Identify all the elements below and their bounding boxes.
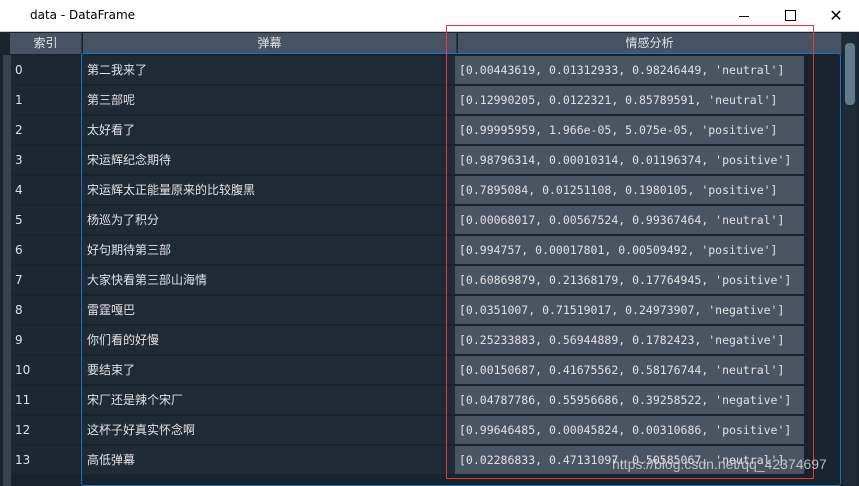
table-row[interactable]: 6 好句期待第三部 [0.994757, 0.00017801, 0.0050949…: [11, 235, 843, 265]
table-row[interactable]: 1 第三部呢 [0.12990205, 0.0122321, 0.85789591,…: [11, 85, 843, 115]
dataframe-grid: 索引 弹幕 情感分析 0 第二我来了 [0.00443619, 0.01312933…: [0, 25, 859, 486]
maximize-icon: [784, 10, 796, 21]
sentiment-cell[interactable]: [0.7895084, 0.01251108, 0.1980105, 'posi…: [455, 176, 804, 204]
table-row[interactable]: 13 高低弹幕 [0.02286833, 0.47131097, 0.5058506…: [11, 445, 843, 475]
index-cell[interactable]: 1: [11, 86, 80, 114]
index-cell[interactable]: 8: [11, 296, 80, 324]
column-header-danmu[interactable]: 弹幕: [83, 33, 457, 54]
table-row[interactable]: 11 宋厂还是辣个宋厂 [0.04787786, 0.55956686, 0.392…: [11, 385, 843, 415]
table-row[interactable]: 4 宋运辉太正能量原来的比较腹黑 [0.7895084, 0.01251108, 0…: [11, 175, 843, 205]
danmu-cell[interactable]: 太好看了: [82, 116, 456, 144]
sentiment-cell[interactable]: [0.99995959, 1.966e-05, 5.075e-05, 'posi…: [455, 116, 804, 144]
danmu-cell[interactable]: 要结束了: [82, 356, 456, 384]
danmu-cell[interactable]: 杨巡为了积分: [82, 206, 456, 234]
minimize-icon: [739, 16, 749, 17]
sentiment-cell[interactable]: [0.98796314, 0.00010314, 0.01196374, 'po…: [455, 146, 804, 174]
sentiment-cell[interactable]: [0.0351007, 0.71519017, 0.24973907, 'neg…: [455, 296, 804, 324]
index-cell[interactable]: 7: [11, 266, 80, 294]
danmu-cell[interactable]: 高低弹幕: [82, 446, 456, 474]
table-row[interactable]: 3 宋运辉纪念期待 [0.98796314, 0.00010314, 0.01196…: [11, 145, 843, 175]
index-cell[interactable]: 12: [11, 416, 80, 444]
index-cell[interactable]: 5: [11, 206, 80, 234]
index-cell[interactable]: 11: [11, 386, 80, 414]
danmu-cell[interactable]: 大家快看第三部山海情: [82, 266, 456, 294]
danmu-cell[interactable]: 宋运辉纪念期待: [82, 146, 456, 174]
table-row[interactable]: 0 第二我来了 [0.00443619, 0.01312933, 0.9824644…: [11, 55, 843, 85]
table-body: 0 第二我来了 [0.00443619, 0.01312933, 0.9824644…: [11, 55, 843, 486]
danmu-cell[interactable]: 宋运辉太正能量原来的比较腹黑: [82, 176, 456, 204]
column-header-index[interactable]: 索引: [10, 33, 82, 54]
index-cell[interactable]: 10: [11, 356, 80, 384]
index-cell[interactable]: 3: [11, 146, 80, 174]
window-titlebar: data - DataFrame ✕: [0, 0, 859, 32]
column-header-sentiment[interactable]: 情感分析: [458, 33, 842, 54]
sentiment-cell[interactable]: [0.12990205, 0.0122321, 0.85789591, 'neu…: [455, 86, 804, 114]
danmu-cell[interactable]: 好句期待第三部: [82, 236, 456, 264]
sentiment-cell[interactable]: [0.60869879, 0.21368179, 0.17764945, 'po…: [455, 266, 804, 294]
vertical-scrollbar[interactable]: [843, 33, 857, 486]
minimize-button[interactable]: [721, 0, 767, 31]
sentiment-cell[interactable]: [0.99646485, 0.00045824, 0.00310686, 'po…: [455, 416, 804, 444]
index-cell[interactable]: 2: [11, 116, 80, 144]
table-row[interactable]: 8 雷霆嘎巴 [0.0351007, 0.71519017, 0.24973907,…: [11, 295, 843, 325]
scrollbar-thumb[interactable]: [845, 43, 855, 105]
danmu-cell[interactable]: 宋厂还是辣个宋厂: [82, 386, 456, 414]
danmu-cell[interactable]: 第三部呢: [82, 86, 456, 114]
danmu-cell[interactable]: 雷霆嘎巴: [82, 296, 456, 324]
sentiment-cell[interactable]: [0.994757, 0.00017801, 0.00509492, 'posi…: [455, 236, 804, 264]
table-row[interactable]: 9 你们看的好慢 [0.25233883, 0.56944889, 0.178242…: [11, 325, 843, 355]
maximize-button[interactable]: [767, 0, 813, 31]
table-row[interactable]: 5 杨巡为了积分 [0.00068017, 0.00567524, 0.993674…: [11, 205, 843, 235]
danmu-cell[interactable]: 第二我来了: [82, 56, 456, 84]
close-icon: ✕: [829, 6, 843, 25]
table-row[interactable]: 10 要结束了 [0.00150687, 0.41675562, 0.5817674…: [11, 355, 843, 385]
sentiment-cell[interactable]: [0.04787786, 0.55956686, 0.39258522, 'ne…: [455, 386, 804, 414]
index-cell[interactable]: 0: [11, 56, 80, 84]
window-title: data - DataFrame: [30, 8, 136, 22]
table-row[interactable]: 12 这杯子好真实怀念啊 [0.99646485, 0.00045824, 0.00…: [11, 415, 843, 445]
index-cell[interactable]: 4: [11, 176, 80, 204]
sentiment-cell[interactable]: [0.00443619, 0.01312933, 0.98246449, 'ne…: [455, 56, 804, 84]
sentiment-cell[interactable]: [0.00150687, 0.41675562, 0.58176744, 'ne…: [455, 356, 804, 384]
index-cell[interactable]: 6: [11, 236, 80, 264]
close-button[interactable]: ✕: [813, 0, 859, 31]
index-cell[interactable]: 9: [11, 326, 80, 354]
sentiment-cell[interactable]: [0.02286833, 0.47131097, 0.50585067, 'ne…: [455, 446, 804, 474]
danmu-cell[interactable]: 你们看的好慢: [82, 326, 456, 354]
index-cell[interactable]: 13: [11, 446, 80, 474]
danmu-cell[interactable]: 这杯子好真实怀念啊: [82, 416, 456, 444]
sentiment-cell[interactable]: [0.00068017, 0.00567524, 0.99367464, 'ne…: [455, 206, 804, 234]
table-row[interactable]: 7 大家快看第三部山海情 [0.60869879, 0.21368179, 0.17…: [11, 265, 843, 295]
row-header-strip: [3, 55, 11, 486]
sentiment-cell[interactable]: [0.25233883, 0.56944889, 0.1782423, 'neg…: [455, 326, 804, 354]
table-row[interactable]: 2 太好看了 [0.99995959, 1.966e-05, 5.075e-05, …: [11, 115, 843, 145]
